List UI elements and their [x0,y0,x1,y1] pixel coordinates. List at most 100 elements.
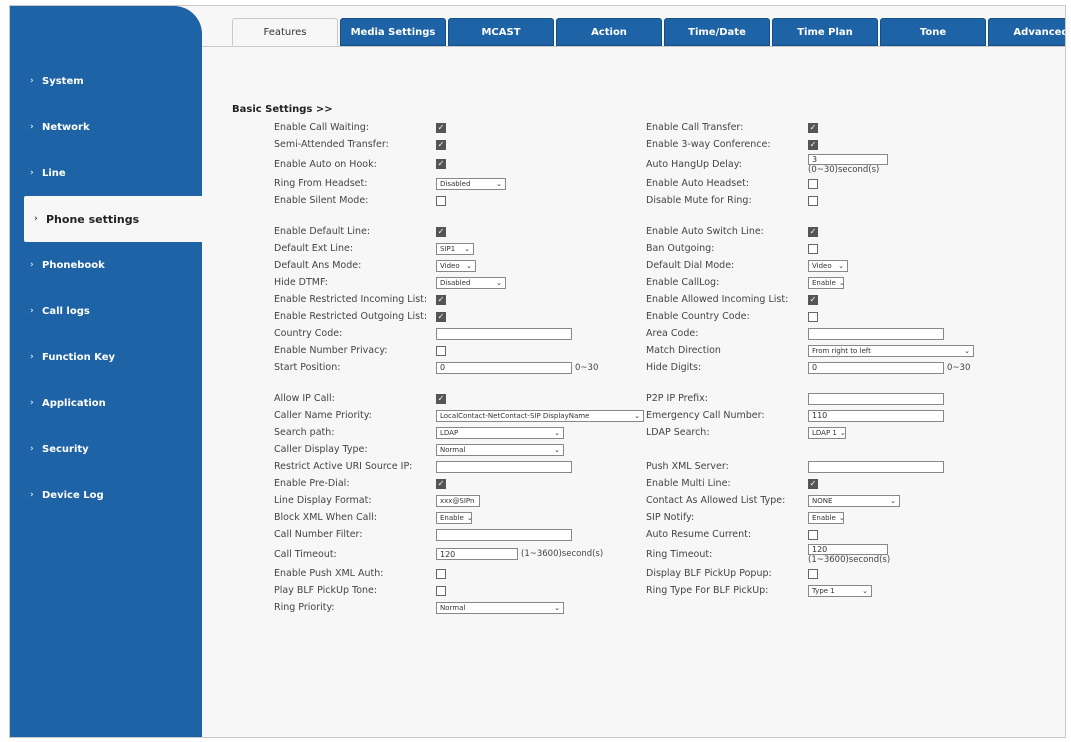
semi-attended-transfer-checkbox[interactable] [436,139,446,150]
sidebar-item-function-key[interactable]: › Function Key [10,334,202,380]
enable-call-transfer-checkbox[interactable] [808,122,818,133]
sidebar-item-network[interactable]: › Network [10,104,202,150]
select-value: Enable [440,513,464,522]
display-blf-pickup-popup-checkbox[interactable] [808,568,818,579]
sidebar-item-application[interactable]: › Application [10,380,202,426]
enable-restricted-outgoing-list-checkbox[interactable] [436,311,446,322]
restrict-active-uri-source-ip-input[interactable] [436,460,572,473]
enable-country-code-checkbox[interactable] [808,311,818,322]
field-label: Enable Multi Line: [646,478,731,489]
chevron-right-icon: › [30,168,34,178]
sidebar-item-call-logs[interactable]: › Call logs [10,288,202,334]
ring-type-for-blf-pickup-select[interactable]: Type 1 ⌄ [808,584,872,597]
enable-pre-dial-checkbox[interactable] [436,478,446,489]
select-value: Normal [440,603,466,612]
tab-time-plan[interactable]: Time Plan [772,18,878,46]
settings-row: Search path: LDAP ⌄ LDAP Search: LDAP 1 ⌄ [232,424,1062,441]
field-control [808,392,1048,405]
settings-row: Enable Auto on Hook: Auto HangUp Delay: 3(… [232,153,1062,175]
sidebar-item-label: Application [42,397,106,409]
enable-3-way-conference-checkbox[interactable] [808,139,818,150]
chevron-right-icon: › [34,214,38,224]
contact-as-allowed-list-type-select[interactable]: NONE ⌄ [808,494,900,507]
tab-features[interactable]: Features [232,18,338,46]
enable-calllog-select[interactable]: Enable⌄ [808,276,844,289]
sip-notify-select[interactable]: Enable⌄ [808,511,844,524]
sidebar-item-system[interactable]: › System [10,58,202,104]
enable-default-line-checkbox[interactable] [436,226,446,237]
field-control: LocalContact-NetContact-SIP DisplayName ⌄ [436,409,646,422]
enable-allowed-incoming-list-checkbox[interactable] [808,294,818,305]
ring-priority-select[interactable]: Normal ⌄ [436,601,564,614]
auto-hangup-delay-input[interactable]: 3 [808,153,888,165]
sidebar-item-security[interactable]: › Security [10,426,202,472]
enable-call-waiting-checkbox[interactable] [436,122,446,133]
sidebar-item-line[interactable]: › Line [10,150,202,196]
match-direction-select[interactable]: From right to left ⌄ [808,344,974,357]
search-path-select[interactable]: LDAP ⌄ [436,426,564,439]
ban-outgoing-checkbox[interactable] [808,243,818,254]
tab-mcast[interactable]: MCAST [448,18,554,46]
hide-digits-input[interactable]: 0 [808,361,944,374]
settings-row: Enable Restricted Incoming List: Enable A… [232,291,1062,308]
push-xml-server-input[interactable] [808,460,944,473]
tab-advanced[interactable]: Advanced [988,18,1065,46]
chevron-right-icon: › [30,122,34,132]
field-control [436,460,646,473]
line-display-format-select[interactable]: xxx@SIPn⌄ [436,494,480,507]
sidebar-item-phonebook[interactable]: › Phonebook [10,242,202,288]
tab-action[interactable]: Action [556,18,662,46]
field-control [808,226,1048,237]
enable-auto-headset-checkbox[interactable] [808,178,818,189]
settings-row: Allow IP Call: P2P IP Prefix: [232,390,1062,407]
enable-auto-on-hook-checkbox[interactable] [436,159,446,169]
chevron-down-icon: ⌄ [634,411,640,420]
play-blf-pickup-tone-checkbox[interactable] [436,585,446,596]
default-dial-mode-select[interactable]: Video ⌄ [808,259,848,272]
web-ui-frame: › System › Network › Line › Phone settings ›… [9,5,1066,738]
field-control: From right to left ⌄ [808,344,1048,357]
enable-push-xml-auth-checkbox[interactable] [436,568,446,579]
field-label: Enable Allowed Incoming List: [646,294,789,305]
caller-name-priority-select[interactable]: LocalContact-NetContact-SIP DisplayName ⌄ [436,409,644,422]
field-label: Enable Push XML Auth: [274,568,384,579]
select-value: From right to left [812,346,871,355]
p2p-ip-prefix-input[interactable] [808,392,944,405]
sidebar-item-label: Function Key [42,351,116,363]
field-control [436,478,646,489]
field-control: Disabled ⌄ [436,177,646,190]
country-code-input[interactable] [436,327,572,340]
sidebar-item-device-log[interactable]: › Device Log [10,472,202,518]
settings-grid: Enable Call Waiting: Enable Call Transfer… [232,119,1062,616]
block-xml-when-call-select[interactable]: Enable⌄ [436,511,472,524]
enable-auto-switch-line-checkbox[interactable] [808,226,818,237]
call-timeout-input[interactable]: 120 [436,548,518,560]
enable-restricted-incoming-list-checkbox[interactable] [436,294,446,305]
hide-dtmf-select[interactable]: Disabled ⌄ [436,276,506,289]
ldap-search-select[interactable]: LDAP 1 ⌄ [808,426,846,439]
ring-timeout-input[interactable]: 120 [808,543,888,555]
disable-mute-for-ring-checkbox[interactable] [808,195,818,206]
call-number-filter-input[interactable] [436,528,572,541]
select-value: SIP1 [440,244,456,253]
tab-time-date[interactable]: Time/Date [664,18,770,46]
enable-number-privacy-checkbox[interactable] [436,345,446,356]
allow-ip-call-checkbox[interactable] [436,393,446,404]
auto-resume-current-checkbox[interactable] [808,529,818,540]
ring-from-headset-select[interactable]: Disabled ⌄ [436,177,506,190]
field-control [436,226,646,237]
caller-display-type-select[interactable]: Normal ⌄ [436,443,564,456]
tab-tone[interactable]: Tone [880,18,986,46]
sidebar-item-phone-settings[interactable]: › Phone settings [24,196,202,242]
default-ans-mode-select[interactable]: Video ⌄ [436,259,476,272]
input-wrap: 0 0~30 [808,361,970,374]
emergency-call-number-input[interactable]: 110 [808,409,944,422]
start-position-input[interactable]: 0 [436,361,572,374]
field-control [808,243,1048,254]
enable-silent-mode-checkbox[interactable] [436,195,446,206]
enable-multi-line-checkbox[interactable] [808,478,818,489]
area-code-input[interactable] [808,327,944,340]
tab-media-settings[interactable]: Media Settings [340,18,446,46]
default-ext-line-select[interactable]: SIP1 ⌄ [436,242,474,255]
select-value: LDAP [440,428,459,437]
